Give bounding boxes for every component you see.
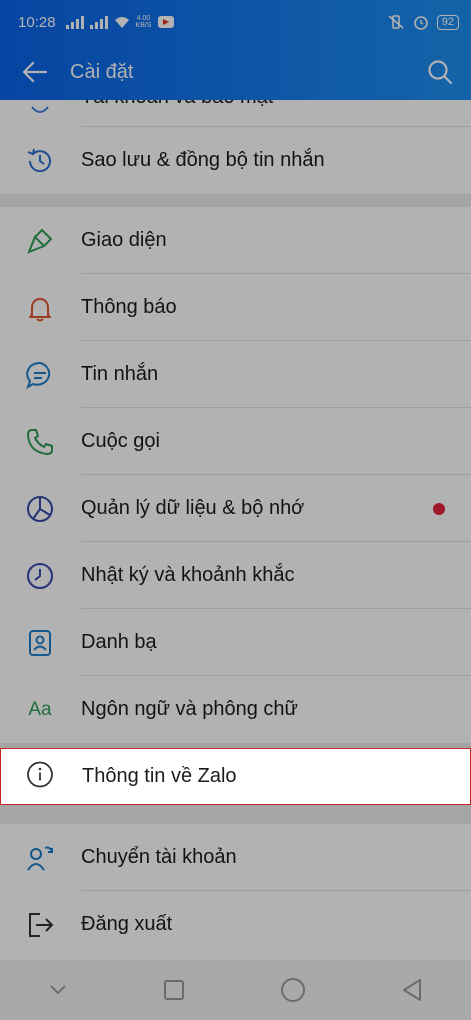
section-divider: [0, 194, 471, 207]
menu-item-label: Sao lưu & đồng bộ tin nhắn: [81, 149, 325, 171]
chevron-down-icon[interactable]: [48, 983, 68, 997]
menu-item-label: Chuyển tài khoản: [81, 846, 237, 868]
bell-icon: [24, 292, 56, 324]
vibrate-off-icon: [388, 15, 404, 29]
clock-icon: [24, 560, 56, 592]
shield-icon: [24, 102, 56, 127]
menu-item-label: Ngôn ngữ và phông chữ: [81, 698, 298, 720]
signal-icon: [89, 15, 108, 29]
phone-icon: [24, 426, 56, 458]
logout-icon: [24, 909, 56, 941]
home-icon[interactable]: [280, 977, 306, 1003]
page-title: Cài đặt: [70, 60, 134, 83]
menu-item-label: Quản lý dữ liệu & bộ nhớ: [81, 497, 305, 519]
app-bar: Cài đặt: [0, 44, 471, 100]
menu-item-label: Giao diện: [81, 229, 167, 251]
menu-item-timeline[interactable]: Nhật ký và khoảnh khắc: [0, 542, 471, 609]
menu-item-data-storage[interactable]: Quản lý dữ liệu & bộ nhớ: [0, 475, 471, 542]
menu-item-switch-account[interactable]: Chuyển tài khoản: [0, 824, 471, 891]
menu-item-label: Đăng xuất: [81, 913, 173, 935]
menu-item-appearance[interactable]: Giao diện: [0, 207, 471, 274]
font-icon: Aa: [28, 698, 52, 720]
contact-card-icon: [24, 627, 56, 659]
signal-icon: [65, 15, 84, 29]
system-nav-bar: [0, 960, 471, 1020]
status-time: 10:28: [18, 13, 56, 31]
wifi-icon: [114, 16, 129, 28]
battery-indicator: 92: [436, 14, 459, 30]
pie-chart-icon: [24, 493, 56, 525]
menu-item-about-zalo[interactable]: Thông tin về Zalo: [0, 748, 471, 805]
search-icon[interactable]: [427, 59, 453, 85]
menu-item-logout[interactable]: Đăng xuất: [0, 891, 471, 958]
menu-item-label: Danh bạ: [81, 631, 157, 653]
history-icon: [24, 145, 56, 177]
menu-item-label: Thông báo: [81, 296, 177, 318]
notification-dot: [433, 502, 445, 515]
menu-item-label: Tin nhắn: [81, 363, 159, 385]
switch-account-icon: [24, 842, 56, 874]
menu-item-messages[interactable]: Tin nhắn: [0, 341, 471, 408]
recent-apps-icon[interactable]: [163, 979, 185, 1001]
menu-item-calls[interactable]: Cuộc gọi: [0, 408, 471, 475]
alarm-icon: [413, 16, 428, 30]
menu-item-label: Tài khoản và bảo mật: [81, 100, 273, 109]
chat-bubble-icon: [24, 359, 56, 391]
menu-item-language-font[interactable]: Aa Ngôn ngữ và phông chữ: [0, 676, 471, 743]
menu-item-label: Thông tin về Zalo: [82, 765, 237, 787]
menu-item-label: Nhật ký và khoảnh khắc: [81, 564, 295, 586]
back-arrow-icon[interactable]: [22, 61, 48, 83]
back-triangle-icon[interactable]: [401, 978, 423, 1002]
menu-item-notifications[interactable]: Thông báo: [0, 274, 471, 341]
menu-item-contacts[interactable]: Danh bạ: [0, 609, 471, 676]
menu-item-account-security[interactable]: Tài khoản và bảo mật: [0, 100, 471, 127]
net-speed: 4.00 KB/S: [135, 15, 152, 29]
paint-brush-icon: [24, 225, 56, 257]
status-bar: 10:28 4.00 KB/S 92: [0, 0, 471, 44]
info-icon: [25, 759, 55, 794]
menu-item-backup-sync[interactable]: Sao lưu & đồng bộ tin nhắn: [0, 127, 471, 194]
menu-item-label: Cuộc gọi: [81, 430, 160, 452]
youtube-icon: [157, 16, 174, 28]
